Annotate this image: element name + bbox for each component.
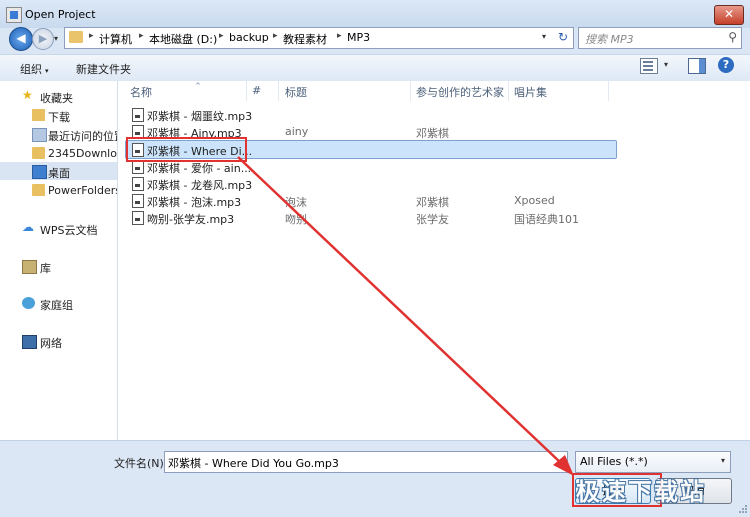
resize-grip-icon[interactable] bbox=[738, 504, 748, 514]
open-project-dialog: Open Project ✕ ◀ ▶ ▾ ▸ 计算机 ▸ 本地磁盘 (D:) ▸… bbox=[0, 0, 750, 517]
annotation-arrow bbox=[237, 156, 574, 476]
watermark: 极速下载站 bbox=[576, 478, 706, 506]
